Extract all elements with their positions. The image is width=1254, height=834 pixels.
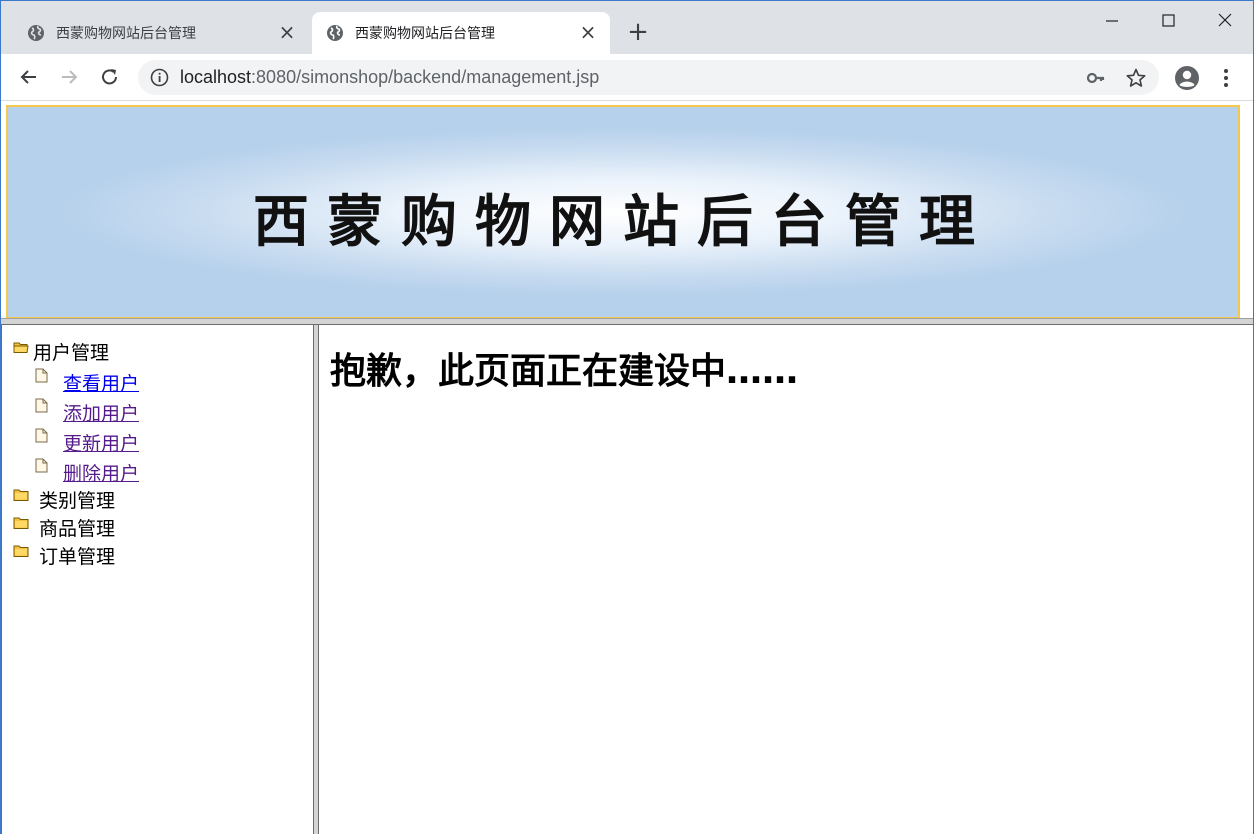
main-frame: 抱歉，此页面正在建设中……	[319, 325, 1253, 834]
new-tab-button[interactable]: +	[626, 19, 650, 45]
minimize-icon[interactable]	[1098, 7, 1126, 35]
menu-group-label: 订单管理	[39, 546, 116, 568]
menu-item-add-user[interactable]: 添加用户	[35, 398, 235, 425]
window-close-icon[interactable]	[1211, 7, 1239, 35]
top-frame: 西蒙购物网站后台管理	[1, 102, 1253, 319]
url-text[interactable]: localhost:8080/simonshop/backend/managem…	[180, 67, 599, 88]
menu-group-orders[interactable]: 订单管理	[13, 542, 213, 568]
menu-group-users[interactable]: 用户管理	[13, 338, 213, 364]
view-users-link[interactable]: 查看用户	[63, 369, 139, 396]
banner-title: 西蒙购物网站后台管理	[253, 189, 993, 255]
account-icon[interactable]	[1174, 65, 1200, 91]
url-host: localhost	[180, 67, 252, 87]
browser-toolbar: localhost:8080/simonshop/backend/managem…	[1, 54, 1253, 101]
tab-close-icon[interactable]: ×	[578, 22, 598, 42]
menu-group-label: 商品管理	[39, 518, 116, 540]
menu-group-categories[interactable]: 类别管理	[13, 486, 213, 512]
horizontal-frame-splitter[interactable]	[1, 318, 1253, 325]
key-icon[interactable]	[1086, 68, 1106, 88]
tab-inactive[interactable]: 西蒙购物网站后台管理 ×	[13, 12, 309, 54]
menu-item-view-users[interactable]: 查看用户	[35, 368, 235, 395]
browser-window: 西蒙购物网站后台管理 × 西蒙购物网站后台管理 × + localhost:80…	[0, 0, 1254, 834]
maximize-icon[interactable]	[1154, 7, 1182, 35]
folder-closed-icon	[13, 545, 29, 557]
menu-item-delete-user[interactable]: 删除用户	[35, 458, 235, 485]
bookmark-star-icon[interactable]	[1125, 67, 1147, 89]
url-path: :8080/simonshop/backend/management.jsp	[251, 67, 600, 87]
menu-group-label: 用户管理	[33, 342, 110, 364]
tab-strip: 西蒙购物网站后台管理 × 西蒙购物网站后台管理 × +	[1, 1, 1253, 54]
menu-group-products[interactable]: 商品管理	[13, 514, 213, 540]
reload-icon[interactable]	[97, 64, 123, 90]
globe-icon	[28, 25, 44, 41]
delete-user-link[interactable]: 删除用户	[63, 459, 139, 486]
tab-title: 西蒙购物网站后台管理	[56, 26, 196, 42]
add-user-link[interactable]: 添加用户	[63, 399, 139, 426]
update-user-link[interactable]: 更新用户	[63, 429, 139, 456]
menu-kebab-icon[interactable]	[1216, 66, 1236, 90]
tab-close-icon[interactable]: ×	[277, 22, 297, 42]
globe-icon	[327, 25, 343, 41]
left-frame-menu: 用户管理 查看用户 添加用户 更新用户 删除用户 类别管理 商品管理 订单管理	[1, 325, 313, 834]
menu-group-label: 类别管理	[39, 490, 116, 512]
folder-closed-icon	[13, 489, 29, 501]
address-bar[interactable]: localhost:8080/simonshop/backend/managem…	[138, 60, 1159, 95]
banner: 西蒙购物网站后台管理	[6, 105, 1240, 319]
forward-arrow-icon[interactable]	[56, 64, 82, 90]
menu-item-update-user[interactable]: 更新用户	[35, 428, 235, 455]
folder-closed-icon	[13, 517, 29, 529]
folder-open-icon	[13, 342, 29, 353]
document-icon	[35, 398, 48, 413]
document-icon	[35, 458, 48, 473]
under-construction-heading: 抱歉，此页面正在建设中……	[330, 351, 799, 392]
document-icon	[35, 368, 48, 383]
tab-title: 西蒙购物网站后台管理	[355, 26, 495, 42]
back-arrow-icon[interactable]	[16, 64, 42, 90]
tab-active[interactable]: 西蒙购物网站后台管理 ×	[312, 12, 610, 54]
info-icon[interactable]	[150, 68, 169, 87]
document-icon	[35, 428, 48, 443]
